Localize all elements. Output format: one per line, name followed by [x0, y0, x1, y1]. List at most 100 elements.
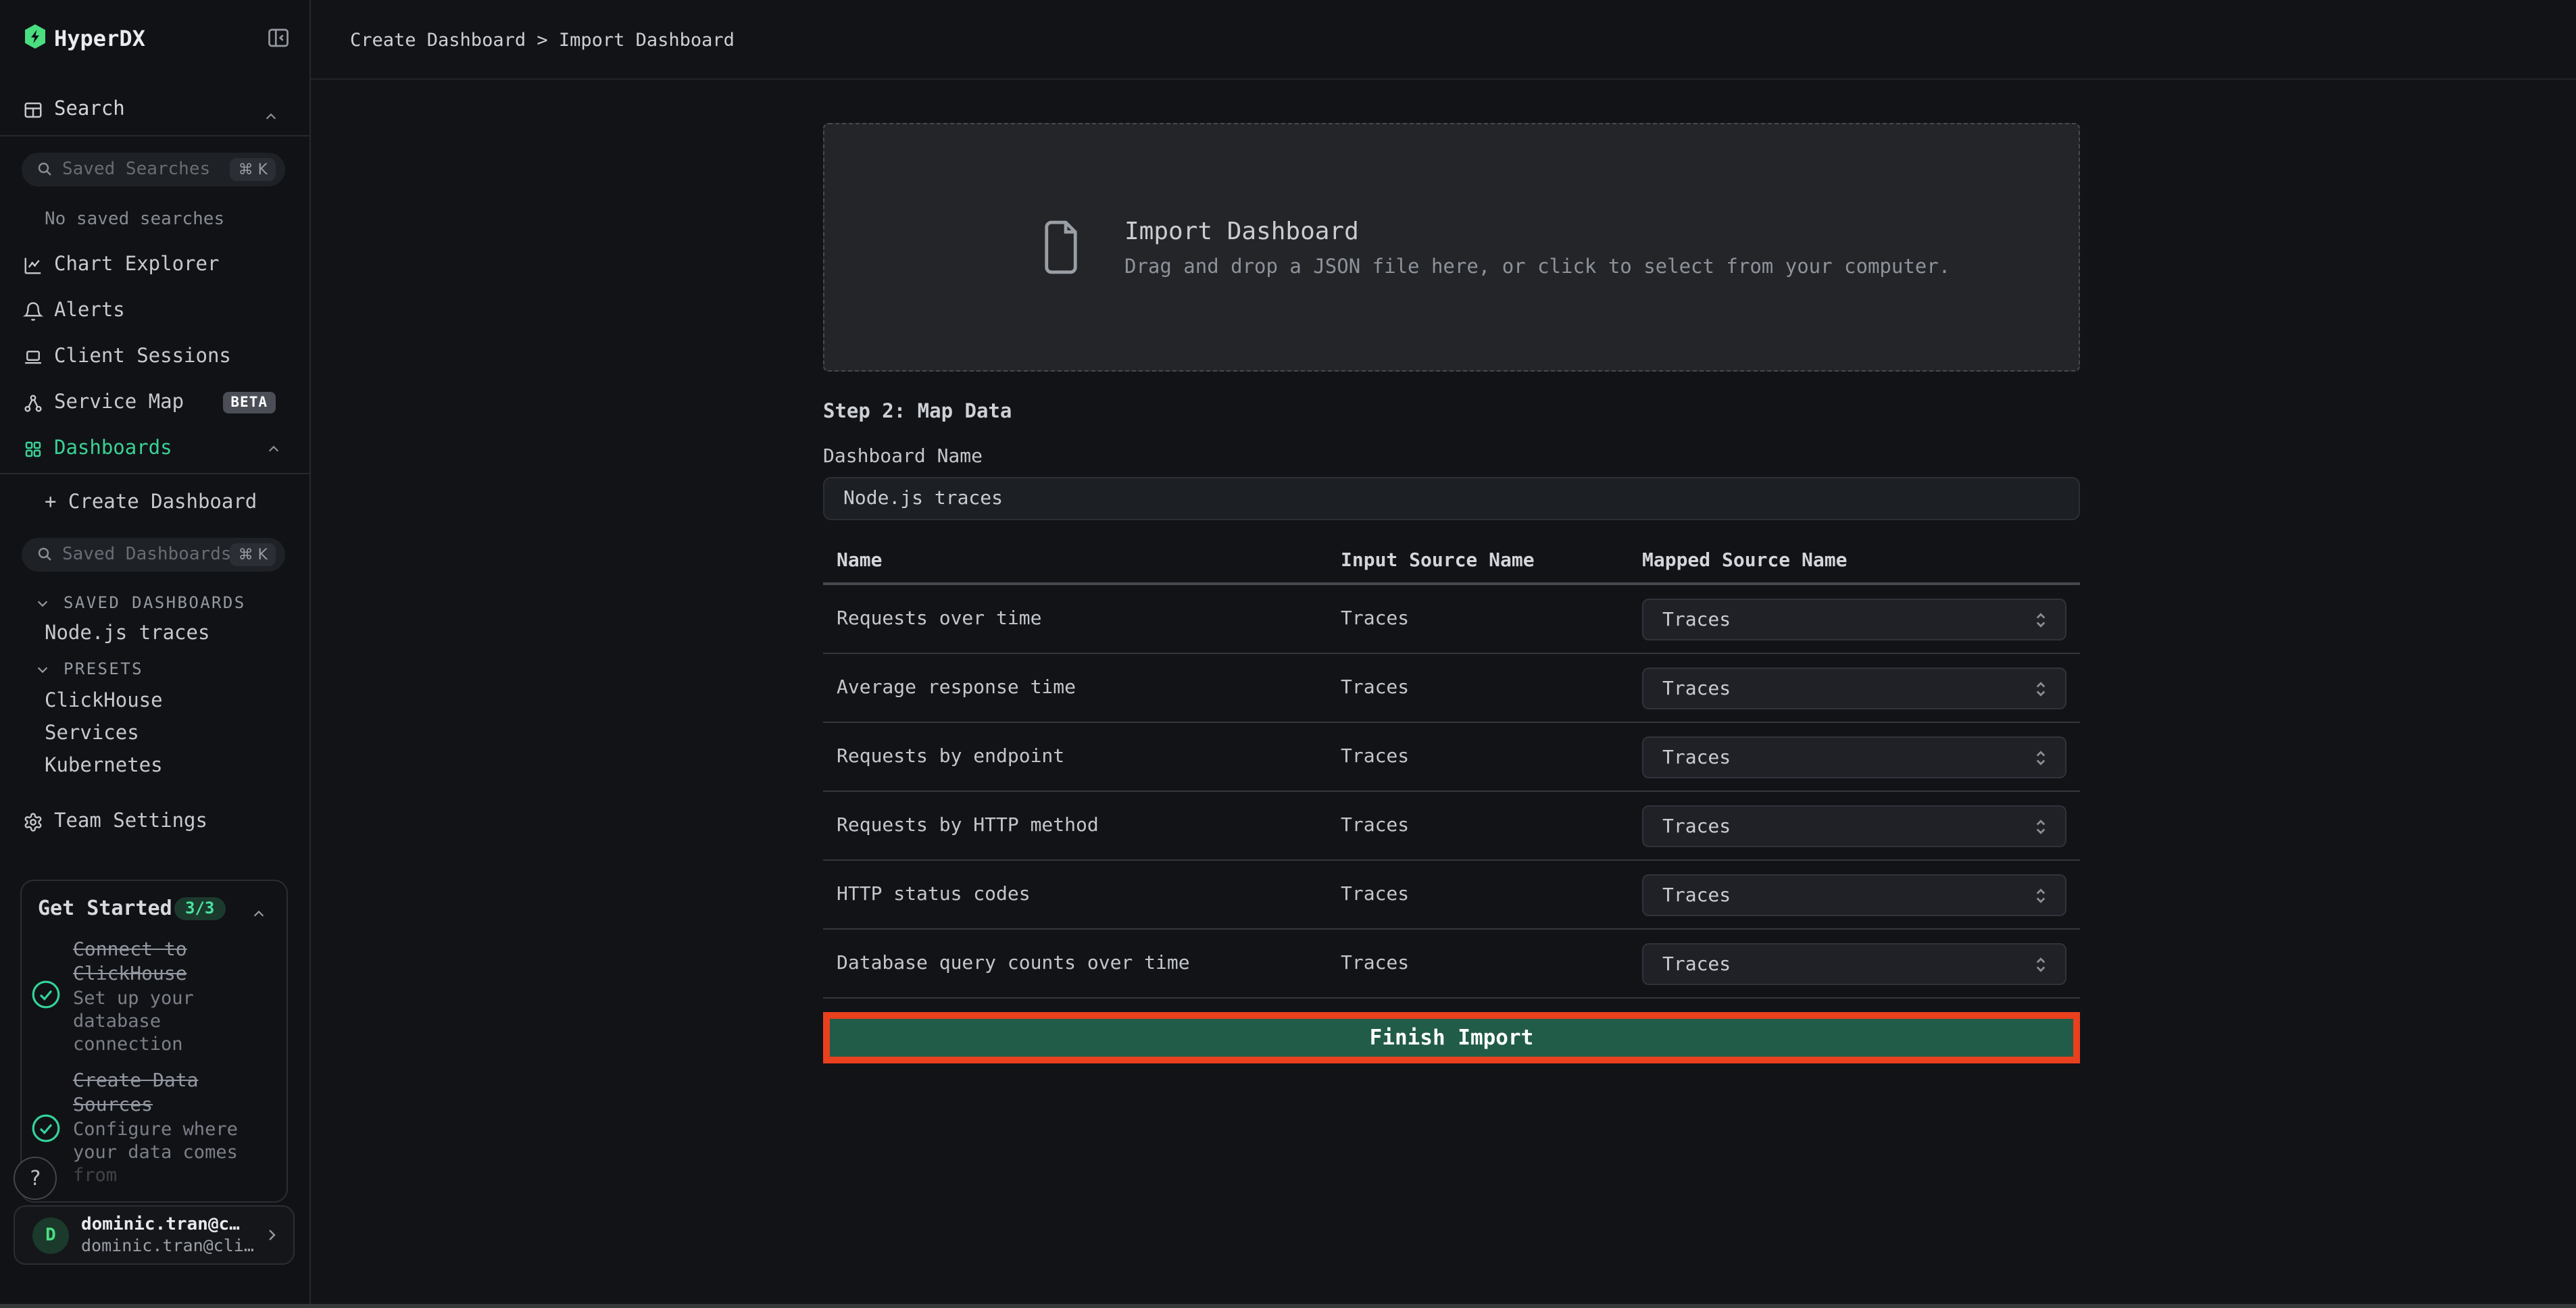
input-source-name: Traces [1341, 677, 1409, 699]
sidebar-item-client-sessions[interactable]: Client Sessions [0, 334, 311, 380]
chevron-down-icon [35, 661, 50, 676]
file-icon [1038, 218, 1084, 277]
dashboard-name-input[interactable]: Node.js traces [823, 477, 2080, 520]
mapped-source-select[interactable]: Traces [1642, 805, 2066, 847]
beta-badge: BETA [222, 392, 276, 413]
column-header-mapped: Mapped Source Name [1642, 550, 1847, 572]
mapped-source-select[interactable]: Traces [1642, 599, 2066, 640]
selected-source: Traces [1662, 884, 2031, 906]
sidebar-item-dashboards[interactable]: Dashboards [0, 426, 311, 472]
window-bottom-edge [0, 1304, 2576, 1308]
sidebar-item-label: Team Settings [54, 811, 207, 832]
chevron-up-icon [266, 441, 281, 456]
selected-source: Traces [1662, 953, 2031, 975]
table-row: Requests over time Traces Traces [823, 585, 2080, 654]
select-chevrons-icon [2031, 884, 2050, 906]
preset-link-services[interactable]: Services [45, 723, 139, 745]
chevron-up-icon[interactable] [251, 901, 266, 927]
progress-badge: 3/3 [174, 897, 225, 920]
gear-icon [23, 811, 43, 832]
preset-link-clickhouse[interactable]: ClickHouse [45, 690, 163, 712]
sidebar-item-label: Alerts [54, 300, 125, 322]
table-row: Requests by HTTP method Traces Traces [823, 792, 2080, 861]
hyperdx-logo-icon [23, 23, 47, 55]
mapped-source-select[interactable]: Traces [1642, 874, 2066, 916]
dashboard-name-value: Node.js traces [843, 488, 1003, 509]
select-chevrons-icon [2031, 953, 2050, 975]
saved-dashboards-placeholder: Saved Dashboards [62, 545, 230, 565]
sidebar: HyperDX Search Saved Searches ⌘ K No sav… [0, 0, 311, 1308]
table-row: Database query counts over time Traces T… [823, 930, 2080, 999]
selected-source: Traces [1662, 747, 2031, 768]
table-row: HTTP status codes Traces Traces [823, 861, 2080, 930]
chart-name: Average response time [837, 677, 1076, 699]
finish-import-button[interactable]: Finish Import [830, 1019, 2073, 1057]
input-source-name: Traces [1341, 884, 1409, 905]
sidebar-collapse-icon[interactable] [266, 26, 291, 50]
sidebar-item-label: Chart Explorer [54, 254, 219, 276]
sidebar-item-chart-explorer[interactable]: Chart Explorer [0, 242, 311, 288]
sidebar-item-label: Service Map [54, 392, 184, 413]
service-map-icon [23, 393, 43, 413]
chart-explorer-icon [23, 255, 43, 275]
sidebar-item-service-map[interactable]: Service Map BETA [0, 380, 311, 426]
sidebar-section-search[interactable]: Search [0, 89, 311, 134]
preset-link-kubernetes[interactable]: Kubernetes [45, 755, 163, 777]
app-window: HyperDX Search Saved Searches ⌘ K No sav… [0, 0, 2576, 1308]
selected-source: Traces [1662, 815, 2031, 837]
question-mark-icon: ? [29, 1166, 41, 1190]
dashboard-link-nodejs-traces[interactable]: Node.js traces [45, 623, 209, 645]
mapped-source-select[interactable]: Traces [1642, 736, 2066, 778]
saved-dashboards-input[interactable]: Saved Dashboards ⌘ K [22, 538, 285, 572]
dashboards-grid-icon [23, 438, 43, 459]
get-started-item-desc: Configure where your data comes from [73, 1119, 281, 1188]
sidebar-divider [0, 473, 311, 474]
search-icon [36, 542, 53, 568]
check-circle-icon [30, 978, 62, 1016]
mapped-source-select[interactable]: Traces [1642, 943, 2066, 985]
input-source-name: Traces [1341, 953, 1409, 974]
bell-icon [23, 301, 43, 321]
saved-searches-placeholder: Saved Searches [62, 159, 230, 180]
chart-name: Requests by HTTP method [837, 815, 1099, 836]
selected-source: Traces [1662, 609, 2031, 630]
dropzone-title: Import Dashboard [1124, 217, 1950, 245]
create-dashboard-button[interactable]: + Create Dashboard [45, 492, 257, 513]
select-chevrons-icon [2031, 678, 2050, 699]
table-header-row: Name Input Source Name Mapped Source Nam… [823, 540, 2080, 585]
avatar: D [32, 1217, 69, 1253]
app-title: HyperDX [54, 26, 145, 51]
group-label: PRESETS [64, 659, 143, 678]
chevron-up-icon [264, 104, 278, 130]
search-section-icon [23, 100, 43, 126]
presets-group-header[interactable]: PRESETS [35, 659, 143, 678]
user-menu[interactable]: D dominic.tran@c… dominic.tran@cli… [14, 1205, 295, 1265]
sidebar-item-alerts[interactable]: Alerts [0, 288, 311, 334]
sidebar-item-label: Client Sessions [54, 346, 231, 368]
step-label: Step 2: Map Data [823, 401, 1012, 423]
get-started-item-desc: Set up your database connection [73, 988, 281, 1057]
input-source-name: Traces [1341, 608, 1409, 630]
chart-name: HTTP status codes [837, 884, 1031, 905]
main-content: Create Dashboard > Import Dashboard Impo… [311, 0, 2576, 1308]
page-header: Create Dashboard > Import Dashboard [311, 0, 2576, 80]
chevron-right-icon [264, 1227, 280, 1243]
logo-row: HyperDX [0, 19, 311, 59]
mapped-source-select[interactable]: Traces [1642, 668, 2066, 709]
chart-name: Requests by endpoint [837, 746, 1064, 768]
import-dropzone[interactable]: Import Dashboard Drag and drop a JSON fi… [823, 123, 2080, 372]
get-started-panel: Get Started 3/3 Connect to ClickHouse Se… [20, 880, 288, 1203]
dashboard-name-label: Dashboard Name [823, 446, 983, 468]
input-source-name: Traces [1341, 746, 1409, 768]
saved-searches-input[interactable]: Saved Searches ⌘ K [22, 153, 285, 186]
sidebar-item-team-settings[interactable]: Team Settings [0, 799, 311, 845]
chevron-down-icon [35, 595, 50, 610]
select-chevrons-icon [2031, 609, 2050, 630]
dropzone-subtitle: Drag and drop a JSON file here, or click… [1124, 256, 1950, 278]
sidebar-divider [0, 135, 311, 136]
help-button[interactable]: ? [14, 1157, 57, 1200]
table-row: Average response time Traces Traces [823, 654, 2080, 723]
table-row: Requests by endpoint Traces Traces [823, 723, 2080, 792]
no-saved-searches-text: No saved searches [45, 209, 224, 230]
saved-dashboards-group-header[interactable]: SAVED DASHBOARDS [35, 593, 246, 612]
